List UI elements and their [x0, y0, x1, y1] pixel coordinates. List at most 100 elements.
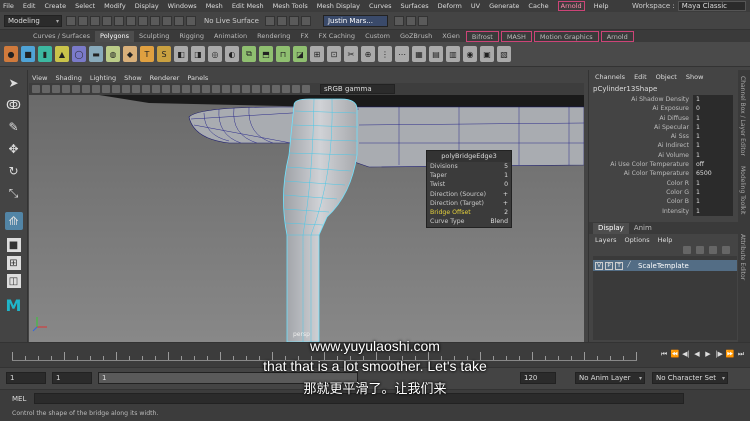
cylinder-icon[interactable]: ▮ [38, 46, 52, 62]
uv-editor-icon[interactable]: ▦ [412, 46, 426, 62]
layer-playback-toggle[interactable]: P [605, 261, 613, 270]
shelf-tab-fx-caching[interactable]: FX Caching [314, 31, 361, 42]
multi-cut-icon[interactable]: ✂ [344, 46, 358, 62]
shelf-tab-fx[interactable]: FX [295, 31, 313, 42]
four-pane-layout-icon[interactable]: ⊞ [6, 256, 21, 270]
separate-icon[interactable]: ◨ [191, 46, 205, 62]
select-tool-icon[interactable]: ➤ [5, 74, 23, 92]
popup-row-value[interactable]: Blend [488, 217, 508, 226]
planar-map-icon[interactable]: ▤ [429, 46, 443, 62]
live-surface-label[interactable]: No Live Surface [204, 17, 259, 25]
viewport-menu-panels[interactable]: Panels [187, 74, 208, 82]
image-plane-icon[interactable] [62, 85, 70, 93]
channel-value[interactable]: 1 [693, 197, 733, 207]
viewport-menu-view[interactable]: View [32, 74, 47, 82]
channel-menu-edit[interactable]: Edit [634, 73, 647, 81]
channel-row[interactable]: Ai Indirect 1 [589, 141, 738, 151]
wireframe-icon[interactable] [142, 85, 150, 93]
unfold-icon[interactable]: ▧ [497, 46, 511, 62]
xray-components-icon[interactable] [272, 85, 280, 93]
xray-icon[interactable] [252, 85, 260, 93]
shelf-tab-xgen[interactable]: XGen [437, 31, 465, 42]
layer-menu-help[interactable]: Help [658, 236, 673, 244]
popup-row[interactable]: Twist 0 [427, 180, 511, 189]
default-material-icon[interactable] [162, 85, 170, 93]
popup-row-value[interactable]: 2 [488, 208, 508, 217]
channel-value[interactable]: 1 [693, 150, 733, 161]
shelf-tab-rendering[interactable]: Rendering [252, 31, 295, 42]
channel-label[interactable]: Ai Use Color Temperature [589, 160, 693, 169]
target-weld-icon[interactable]: ⊕ [361, 46, 375, 62]
channel-value[interactable]: 0 [693, 104, 733, 114]
last-tool-icon[interactable]: ⟰ [4, 212, 23, 230]
field-chart-icon[interactable] [112, 85, 120, 93]
motion-blur-icon[interactable] [212, 85, 220, 93]
menu-item-select[interactable]: Select [75, 2, 95, 10]
channel-label[interactable]: Color B [589, 197, 693, 206]
move-layer-up-icon[interactable] [709, 246, 717, 254]
new-layer-selected-icon[interactable] [696, 246, 704, 254]
layer-menu-layers[interactable]: Layers [595, 236, 617, 244]
plane-icon[interactable]: ▬ [89, 46, 103, 62]
menu-item-mesh-display[interactable]: Mesh Display [317, 2, 360, 10]
ambient-occlusion-icon[interactable] [202, 85, 210, 93]
folder-icon[interactable] [66, 15, 76, 26]
menu-item-arnold[interactable]: Arnold [557, 1, 585, 11]
isolate-select-icon[interactable] [242, 85, 250, 93]
toggle-panel-icon-2[interactable] [405, 15, 416, 26]
menu-item-surfaces[interactable]: Surfaces [401, 2, 429, 10]
shelf-tab-polygons[interactable]: Polygons [95, 31, 134, 42]
viewport-menu-shading[interactable]: Shading [55, 74, 81, 82]
channel-menu-channels[interactable]: Channels [595, 73, 625, 81]
channel-label[interactable]: Ai Shadow Density [589, 95, 693, 104]
shelf-tab-arnold[interactable]: Arnold [600, 31, 634, 42]
layer-color-icon[interactable]: ╱ [625, 262, 633, 270]
xray-joints-icon[interactable] [262, 85, 270, 93]
lasso-tool-icon[interactable]: ↂ [5, 96, 23, 114]
resolution-gate-icon[interactable] [92, 85, 100, 93]
extrude-icon[interactable]: ⬒ [259, 46, 273, 62]
cone-icon[interactable]: ▲ [55, 46, 69, 62]
shelf-tab-rigging[interactable]: Rigging [174, 31, 209, 42]
gamma-icon[interactable] [292, 85, 300, 93]
render-icon[interactable] [264, 15, 275, 26]
channel-value[interactable]: 1 [693, 178, 733, 188]
popup-row[interactable]: Curve Type Blend [427, 217, 511, 226]
scale-tool-icon[interactable]: ⤡ [5, 184, 23, 202]
smooth-icon[interactable]: ◎ [208, 46, 222, 62]
channel-label[interactable]: Color G [589, 188, 693, 197]
shelf-tab-curves-surfaces[interactable]: Curves / Surfaces [28, 31, 95, 42]
channel-label[interactable]: Ai Diffuse [589, 114, 693, 123]
select-object-icon[interactable] [126, 15, 136, 26]
mirror-icon[interactable]: ⧉ [242, 46, 256, 62]
shelf-tab-custom[interactable]: Custom [360, 31, 395, 42]
layer-display-type-toggle[interactable]: T [615, 261, 623, 270]
channel-label[interactable]: Ai Sss [589, 132, 693, 141]
snap-surface-icon[interactable] [186, 15, 196, 26]
new-layer-icon[interactable] [683, 246, 691, 254]
menu-item-mesh[interactable]: Mesh [206, 2, 223, 10]
channel-row[interactable]: Ai Specular 1 [589, 122, 738, 133]
viewport-menu-lighting[interactable]: Lighting [90, 74, 116, 82]
shelf-tab-motion-graphics[interactable]: Motion Graphics [533, 31, 599, 42]
move-layer-down-icon[interactable] [722, 246, 730, 254]
menu-item-mesh-tools[interactable]: Mesh Tools [273, 2, 308, 10]
single-pane-layout-icon[interactable]: ■ [6, 238, 21, 252]
shelf-tab-animation[interactable]: Animation [209, 31, 252, 42]
torus-icon[interactable]: ◯ [72, 46, 86, 62]
snap-curve-icon[interactable] [162, 15, 172, 26]
channel-label[interactable]: Ai Specular [589, 123, 693, 132]
snap-grid-icon[interactable] [150, 15, 160, 26]
gate-mask-icon[interactable] [102, 85, 110, 93]
redo-icon[interactable] [102, 15, 112, 26]
shadows-icon[interactable] [192, 85, 200, 93]
offset-edge-loop-icon[interactable]: ⋯ [395, 46, 409, 62]
menu-item-generate[interactable]: Generate [489, 2, 519, 10]
layer-menu-options[interactable]: Options [625, 236, 650, 244]
channel-row[interactable]: Ai Sss 1 [589, 132, 738, 142]
channel-row[interactable]: Ai Exposure 0 [589, 104, 738, 114]
append-icon[interactable]: ⊞ [310, 46, 324, 62]
channel-row[interactable]: Ai Shadow Density 1 [589, 95, 738, 105]
channel-value[interactable]: 1 [693, 141, 733, 151]
rotate-tool-icon[interactable]: ↻ [5, 162, 23, 180]
